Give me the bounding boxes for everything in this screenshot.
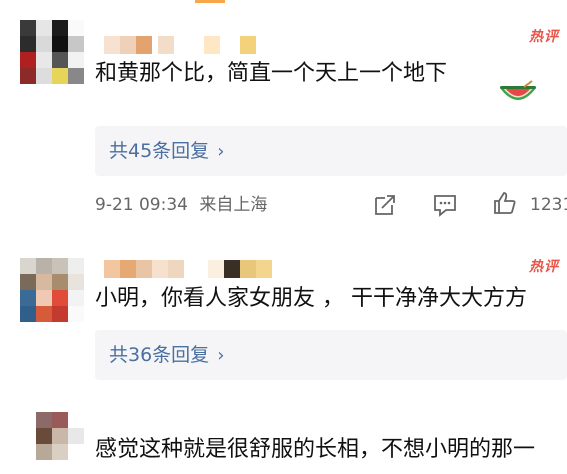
reply-box[interactable]: 共45条回复 › (95, 126, 567, 176)
share-icon[interactable] (372, 192, 398, 218)
comment-meta: 9-21 09:34 来自上海 (95, 193, 267, 217)
source-location: 来自上海 (199, 195, 268, 215)
like-icon[interactable] (492, 190, 518, 216)
like-count: 1231 (530, 195, 567, 215)
comment-2: 热评 小明，你看人家女朋友 ， 干干净净大大方方 共36条回复 › (0, 230, 567, 390)
replies-count-label: 共45条回复 (109, 140, 210, 162)
comment-3: 感觉这种就是很舒服的长相，不想小明的那一 (0, 390, 567, 474)
avatar[interactable] (20, 412, 84, 464)
hot-comment-badge: 热评 (529, 259, 559, 275)
view-replies-link[interactable]: 共45条回复 › (109, 138, 224, 165)
comment-text: 小明，你看人家女朋友 ， 干干净净大大方方 (95, 286, 527, 311)
comment-text: 和黄那个比，简直一个天上一个地下 (95, 61, 448, 86)
replies-count-label: 共36条回复 (109, 344, 210, 366)
avatar[interactable] (20, 258, 84, 322)
view-replies-link[interactable]: 共36条回复 › (109, 342, 224, 369)
reply-box[interactable]: 共36条回复 › (95, 330, 567, 380)
comment-1: 热评 和黄那个比，简直一个天上一个地下 共45条回复 › 9-21 09:34 来… (0, 0, 567, 230)
watermelon-icon (500, 80, 536, 100)
hot-comment-badge: 热评 (529, 29, 559, 45)
chevron-right-icon: › (217, 345, 225, 366)
chevron-right-icon: › (217, 141, 225, 162)
comment-text: 感觉这种就是很舒服的长相，不想小明的那一 (95, 437, 536, 462)
timestamp: 9-21 09:34 (95, 195, 188, 215)
avatar[interactable] (20, 20, 84, 84)
comment-icon[interactable] (432, 192, 458, 218)
